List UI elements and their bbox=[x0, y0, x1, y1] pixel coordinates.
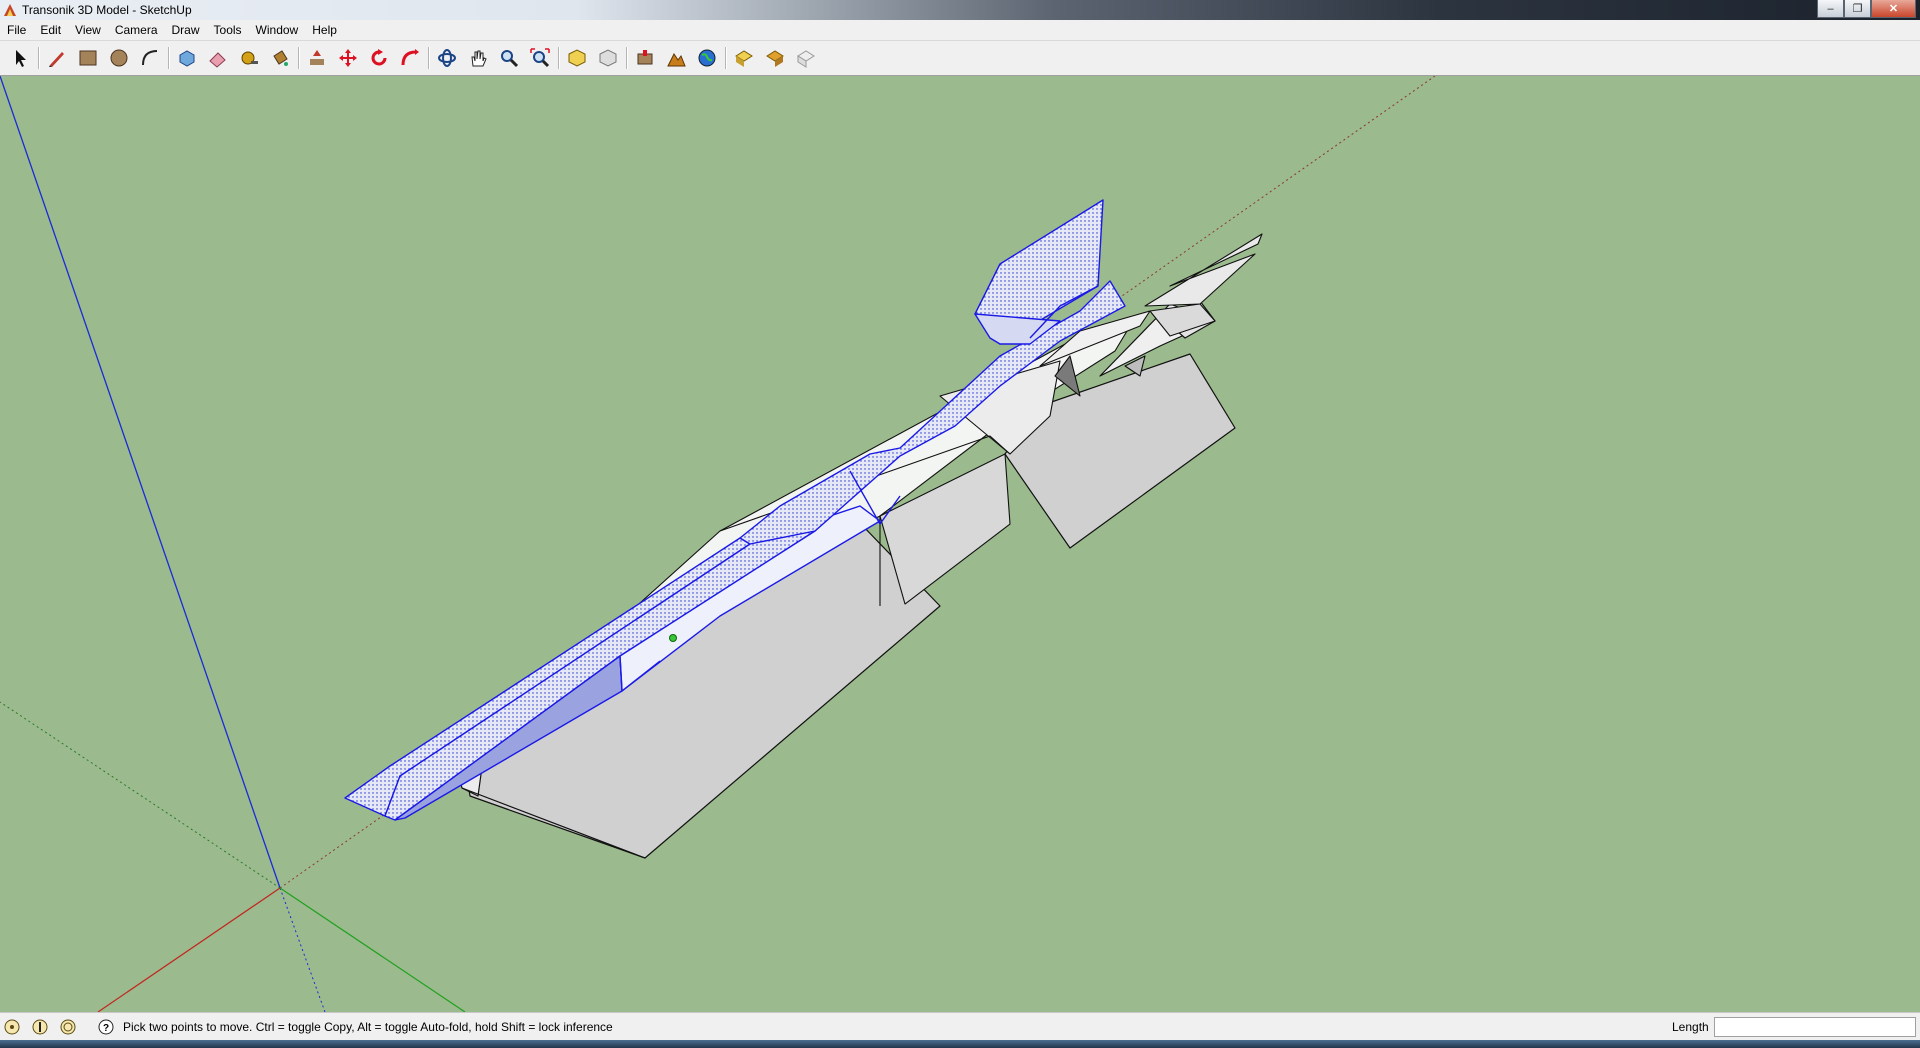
arc-tool[interactable] bbox=[138, 46, 162, 70]
circle-icon bbox=[110, 49, 128, 67]
menu-edit[interactable]: Edit bbox=[33, 20, 68, 40]
sign-in-icon[interactable] bbox=[60, 1019, 76, 1035]
menu-camera[interactable]: Camera bbox=[108, 20, 165, 40]
close-icon[interactable]: ✕ bbox=[1871, 0, 1916, 18]
menu-file[interactable]: File bbox=[0, 20, 33, 40]
window-title: Transonik 3D Model - SketchUp bbox=[22, 3, 192, 17]
arc-icon bbox=[142, 50, 158, 66]
maximize-icon[interactable]: ❐ bbox=[1844, 0, 1871, 18]
push-pull-icon bbox=[310, 50, 324, 65]
blue-axis-hidden bbox=[279, 887, 326, 1012]
status-message: Pick two points to move. Ctrl = toggle C… bbox=[123, 1020, 613, 1034]
move-tool[interactable] bbox=[336, 46, 360, 70]
photo-texture-icon bbox=[735, 50, 753, 67]
menu-draw[interactable]: Draw bbox=[165, 20, 207, 40]
minimize-icon[interactable]: – bbox=[1817, 0, 1844, 18]
menu-view[interactable]: View bbox=[68, 20, 108, 40]
share-model-tool[interactable] bbox=[596, 46, 620, 70]
green-axis-hidden bbox=[0, 701, 281, 889]
add-location-tool[interactable] bbox=[633, 46, 657, 70]
tape-measure-tool[interactable] bbox=[237, 46, 261, 70]
share-model-icon bbox=[599, 49, 617, 67]
menu-tools[interactable]: Tools bbox=[207, 20, 249, 40]
menu-window[interactable]: Window bbox=[249, 20, 306, 40]
rotate-tool[interactable] bbox=[367, 46, 391, 70]
follow-me-tool[interactable] bbox=[398, 46, 422, 70]
orbit-icon bbox=[438, 49, 456, 67]
get-models-tool[interactable] bbox=[565, 46, 589, 70]
move-icon bbox=[339, 49, 357, 67]
window-controls: – ❐ ✕ bbox=[1817, 0, 1916, 18]
pencil-tool[interactable] bbox=[45, 46, 69, 70]
menu-bar: File Edit View Camera Draw Tools Window … bbox=[0, 20, 1920, 41]
make-component-tool[interactable] bbox=[175, 46, 199, 70]
inference-point bbox=[669, 634, 677, 642]
get-photo-texture-tool[interactable] bbox=[732, 46, 756, 70]
pencil-icon bbox=[49, 52, 64, 67]
eraser-tool[interactable] bbox=[206, 46, 230, 70]
tape-measure-icon bbox=[241, 51, 258, 65]
share-component-icon bbox=[766, 50, 784, 67]
status-bar: ? Pick two points to move. Ctrl = toggle… bbox=[0, 1012, 1920, 1041]
get-models-icon bbox=[568, 49, 586, 67]
main-toolbar bbox=[0, 41, 1920, 76]
circle-tool[interactable] bbox=[107, 46, 131, 70]
blue-axis bbox=[0, 76, 281, 889]
green-axis bbox=[279, 887, 466, 1012]
rectangle-icon bbox=[79, 50, 97, 66]
eraser-icon bbox=[209, 52, 226, 68]
zoom-tool[interactable] bbox=[497, 46, 521, 70]
rectangle-tool[interactable] bbox=[76, 46, 100, 70]
orbit-tool[interactable] bbox=[435, 46, 459, 70]
geo-location-icon[interactable] bbox=[4, 1019, 20, 1035]
component-icon bbox=[179, 50, 195, 67]
sketchup-logo-icon bbox=[4, 4, 16, 16]
zoom-extents-tool[interactable] bbox=[528, 46, 552, 70]
paint-bucket-tool[interactable] bbox=[268, 46, 292, 70]
terrain-icon bbox=[667, 53, 686, 67]
extension-icon bbox=[797, 50, 815, 68]
rotate-icon bbox=[371, 49, 387, 66]
earth-icon bbox=[698, 49, 716, 67]
hand-icon bbox=[471, 50, 487, 67]
credits-icon[interactable] bbox=[32, 1019, 48, 1035]
toggle-terrain-tool[interactable] bbox=[664, 46, 688, 70]
model-viewport[interactable] bbox=[0, 76, 1920, 1012]
length-label: Length bbox=[1672, 1020, 1709, 1034]
share-component-tool[interactable] bbox=[763, 46, 787, 70]
arrow-cursor-icon bbox=[16, 50, 26, 67]
zoom-extents-icon bbox=[530, 48, 550, 68]
svg-text:?: ? bbox=[103, 1023, 109, 1034]
pan-tool[interactable] bbox=[466, 46, 490, 70]
preview-earth-tool[interactable] bbox=[695, 46, 719, 70]
os-taskbar bbox=[0, 1040, 1920, 1048]
length-input[interactable] bbox=[1714, 1017, 1916, 1037]
add-location-icon bbox=[637, 50, 653, 65]
magnifier-icon bbox=[501, 50, 519, 68]
model-scene[interactable] bbox=[0, 76, 1920, 1012]
red-axis bbox=[97, 887, 281, 1012]
select-tool[interactable] bbox=[8, 46, 32, 70]
follow-me-icon bbox=[401, 49, 419, 66]
help-icon[interactable]: ? bbox=[98, 1019, 114, 1035]
paint-bucket-icon bbox=[273, 50, 288, 66]
menu-help[interactable]: Help bbox=[305, 20, 344, 40]
title-bar: Transonik 3D Model - SketchUp – ❐ ✕ bbox=[0, 0, 1920, 20]
extension-tool[interactable] bbox=[794, 46, 818, 70]
push-pull-tool[interactable] bbox=[305, 46, 329, 70]
